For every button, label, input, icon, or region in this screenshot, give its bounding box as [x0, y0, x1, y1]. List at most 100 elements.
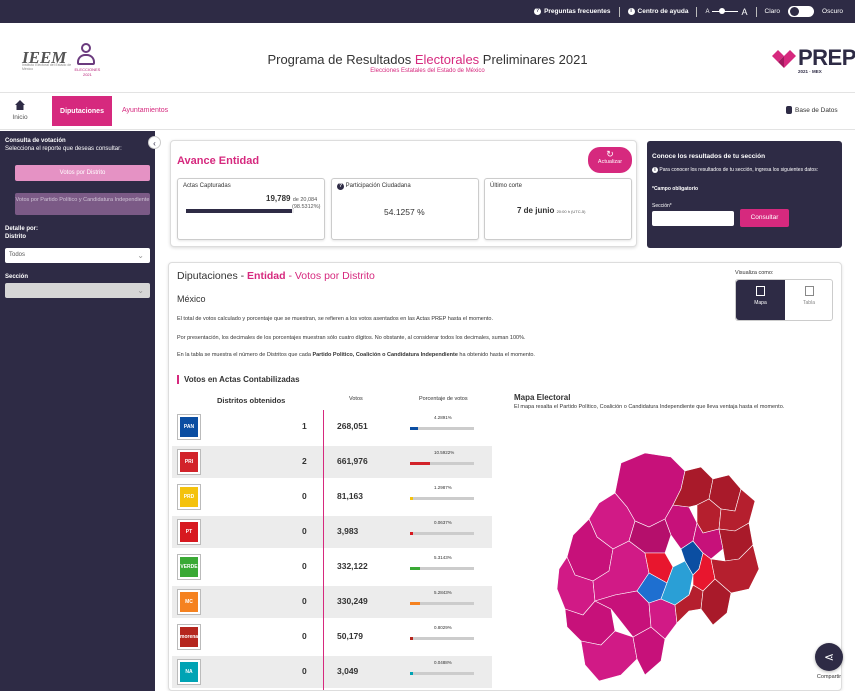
party-row: VERDE 0 332,122 5.3143%	[172, 551, 492, 583]
party-logo-icon: PRD	[177, 484, 201, 510]
map-subtitle: El mapa resalta el Partido Político, Coa…	[514, 404, 785, 410]
page-subtitle: Elecciones Estatales del Estado de Méxic…	[370, 68, 485, 74]
tab-ayuntamientos[interactable]: Ayuntamientos	[122, 107, 168, 114]
consultar-button[interactable]: Consultar	[740, 209, 789, 227]
font-large-label: A	[741, 6, 748, 17]
share-button[interactable]: ⋖ Compartir	[809, 643, 849, 691]
share-icon: ⋖	[815, 643, 843, 671]
col-porcentaje: Porcentaje de votos	[419, 396, 468, 402]
avance-entidad-card: Avance Entidad ↻ Actualizar Actas Captur…	[170, 140, 637, 247]
party-votos: 50,179	[337, 631, 363, 641]
consulta-text-value: Para conocer los resultados de tu secció…	[659, 167, 819, 173]
party-distritos: 0	[302, 561, 307, 571]
party-votos: 661,976	[337, 456, 368, 466]
participacion-value: 54.1257 %	[384, 207, 425, 217]
note-decimales: Por presentación, los decimales de los p…	[177, 335, 526, 341]
party-logo-mark: VERDE	[180, 557, 198, 577]
site-header: IEEM Instituto Electoral del Estado de M…	[0, 23, 855, 93]
distrito-select[interactable]: Todos ⌄	[5, 248, 150, 263]
title-highlight: Electorales	[414, 52, 480, 67]
view-toggle: Mapa Tabla	[735, 279, 833, 321]
party-logo-icon: MC	[177, 589, 201, 615]
font-small-label: A	[705, 8, 710, 15]
font-size-slider[interactable]: A A	[705, 7, 747, 17]
tab-diputaciones[interactable]: Diputaciones	[52, 96, 112, 126]
party-pct-bar	[410, 427, 474, 430]
actas-total: de 20,084	[292, 197, 318, 203]
seccion-select[interactable]: ⌄	[5, 283, 150, 298]
view-mapa-button[interactable]: Mapa	[736, 280, 785, 320]
title-part: - Votos por Distrito	[285, 270, 375, 282]
view-tabla-label: Tabla	[803, 300, 815, 306]
dark-mode-label: Oscuro	[822, 8, 843, 15]
theme-toggle[interactable]	[788, 6, 815, 17]
party-pct-fill	[410, 602, 421, 605]
party-logo-mark: PT	[180, 522, 198, 542]
database-link[interactable]: Base de Datos	[786, 106, 838, 114]
participacion-label: ? Participación Ciudadana	[337, 183, 411, 190]
party-pct-fill	[410, 637, 413, 640]
question-icon: ?	[337, 183, 344, 190]
votos-partido-button[interactable]: Votos por Partido Político y Candidatura…	[15, 193, 150, 215]
party-row: NA 0 3,049 0.0488%	[172, 656, 492, 688]
map-icon	[756, 286, 765, 296]
electoral-map[interactable]	[553, 449, 803, 689]
collapse-sidebar-button[interactable]: ‹	[148, 136, 161, 149]
party-distritos: 2	[302, 456, 307, 466]
required-note: *Campo obligatorio	[652, 186, 699, 192]
party-pct-fill	[410, 497, 413, 500]
party-distritos: 0	[302, 596, 307, 606]
faq-link[interactable]: ? Preguntas frecuentes	[534, 8, 611, 15]
actas-label: Actas Capturadas	[183, 183, 231, 189]
slider-track[interactable]	[712, 8, 739, 14]
party-distritos: 0	[302, 666, 307, 676]
title-part: Programa de Resultados	[267, 52, 415, 67]
consulta-text: i Para conocer los resultados de tu secc…	[652, 167, 837, 173]
actas-progress-bar	[186, 209, 294, 213]
view-as-label: Visualiza como:	[735, 270, 774, 276]
main-nav: Inicio Diputaciones Ayuntamientos Base d…	[0, 94, 855, 130]
seccion-input[interactable]	[652, 211, 734, 226]
party-distritos: 1	[302, 421, 307, 431]
participacion-stat: ? Participación Ciudadana 54.1257 %	[331, 178, 479, 240]
corte-label: Último corte	[490, 183, 523, 189]
detalle-label: Detalle por:	[5, 226, 39, 232]
slider-knob[interactable]	[719, 8, 726, 14]
avance-title: Avance Entidad	[177, 155, 260, 167]
party-pct-fill	[410, 567, 421, 570]
party-logo-icon: NA	[177, 659, 201, 685]
view-tabla-button[interactable]: Tabla	[785, 280, 833, 320]
party-distritos: 0	[302, 526, 307, 536]
corte-time: 20:00 h (UTC-5)	[556, 209, 586, 214]
party-porcentaje: 0.0488%	[434, 660, 452, 665]
party-logo-icon: PRI	[177, 449, 201, 475]
chevron-down-icon: ⌄	[137, 251, 144, 260]
party-porcentaje: 5.2843%	[434, 590, 452, 595]
party-porcentaje: 0.0637%	[434, 520, 452, 525]
database-icon	[786, 106, 792, 114]
top-utility-bar: ? Preguntas frecuentes i Centro de ayuda…	[0, 0, 855, 23]
votos-header: Votos en Actas Contabilizadas	[177, 375, 300, 384]
party-logo-mark: PRD	[180, 487, 198, 507]
info-icon: i	[652, 167, 658, 173]
corte-date: 7 de junio	[517, 206, 555, 215]
divider	[755, 6, 757, 17]
party-porcentaje: 5.3143%	[434, 555, 452, 560]
faq-label: Preguntas frecuentes	[544, 8, 611, 15]
title-part: Preliminares 2021	[479, 52, 588, 67]
database-label: Base de Datos	[795, 106, 838, 114]
prep-logo[interactable]: PREP 2021 · MEX	[772, 45, 855, 75]
consulta-seccion-card: Conoce los resultados de tu sección i Pa…	[647, 141, 842, 248]
party-logo-mark: PRI	[180, 452, 198, 472]
results-title: Diputaciones - Entidad - Votos por Distr…	[177, 270, 375, 282]
votos-distrito-button[interactable]: Votos por Distrito	[15, 165, 150, 181]
party-pct-bar	[410, 497, 474, 500]
party-row: PAN 1 268,051 4.2891%	[172, 411, 492, 443]
note-part: En la tabla se muestra el número de Dist…	[177, 352, 313, 358]
party-logo-mark: morena	[180, 627, 198, 647]
note-total: El total de votos calculado y porcentaje…	[177, 316, 494, 322]
help-center-link[interactable]: i Centro de ayuda	[627, 8, 688, 15]
refresh-button[interactable]: ↻ Actualizar	[588, 147, 632, 173]
home-link[interactable]: Inicio	[8, 100, 32, 121]
party-logo-mark: NA	[180, 662, 198, 682]
